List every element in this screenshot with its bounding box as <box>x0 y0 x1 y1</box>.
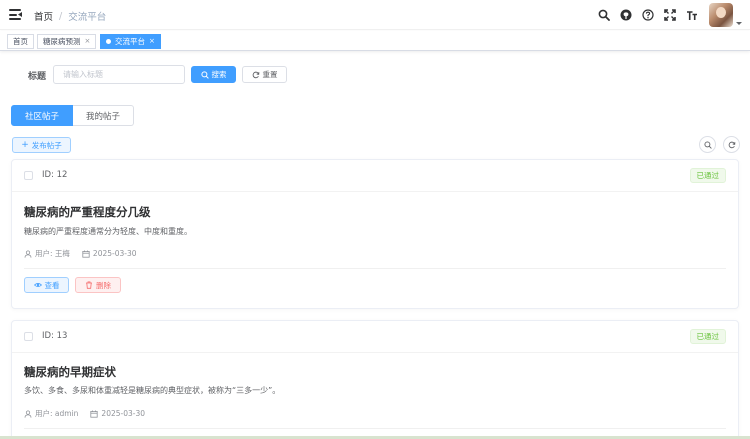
github-icon[interactable] <box>619 8 633 22</box>
close-icon[interactable]: × <box>149 35 155 48</box>
post-card: ID: 12 已通过 糖尿病的严重程度分几级 糖尿病的严重程度通常分为轻度、中度… <box>11 159 739 309</box>
trash-icon <box>86 281 92 289</box>
font-size-icon[interactable] <box>685 8 699 22</box>
user-icon <box>24 409 32 418</box>
close-icon[interactable]: × <box>85 35 91 48</box>
post-id: ID: 12 <box>42 170 68 180</box>
post-meta: 用户: admin 2025-03-30 <box>24 408 157 419</box>
post-meta: 用户: 王梅 2025-03-30 <box>24 248 149 259</box>
post-date: 2025-03-30 <box>82 249 137 258</box>
search-icon <box>703 140 712 149</box>
post-card-header: ID: 13 已通过 <box>12 321 738 353</box>
post-title[interactable]: 糖尿病的早期症状 <box>24 364 116 380</box>
post-tabs: 社区帖子 我的帖子 <box>11 105 135 126</box>
tag-label: 交流平台 <box>115 37 145 46</box>
view-button-label: 查看 <box>44 280 60 290</box>
post-select-checkbox[interactable] <box>24 171 33 180</box>
post-author-text: 用户: admin <box>35 409 79 418</box>
fullscreen-icon[interactable] <box>663 8 677 22</box>
tag-diabetes-prediction[interactable]: 糖尿病预测 × <box>37 34 97 49</box>
user-icon <box>24 249 32 258</box>
avatar[interactable] <box>709 3 733 27</box>
refresh-icon <box>728 141 735 148</box>
breadcrumb-home[interactable]: 首页 <box>34 9 53 23</box>
refresh-button[interactable] <box>723 136 740 153</box>
post-title[interactable]: 糖尿病的严重程度分几级 <box>24 204 151 220</box>
calendar-icon <box>90 410 99 418</box>
title-label: 标题 <box>28 72 47 82</box>
navbar: 首页 / 交流平台 <box>0 0 750 30</box>
reset-button[interactable]: 重置 <box>242 66 287 83</box>
post-author: 用户: admin <box>24 408 78 419</box>
post-id: ID: 13 <box>42 331 68 341</box>
plus-icon: + <box>21 140 29 150</box>
search-button-label: 搜索 <box>211 70 227 79</box>
post-author-text: 用户: 王梅 <box>35 249 70 258</box>
right-menu <box>589 0 750 30</box>
caret-down-icon <box>736 22 742 25</box>
toggle-search-button[interactable] <box>699 136 716 153</box>
help-icon[interactable] <box>641 8 655 22</box>
post-select-checkbox[interactable] <box>24 332 33 341</box>
hamburger-menu-icon[interactable] <box>9 9 22 20</box>
user-avatar-dropdown[interactable] <box>709 3 742 27</box>
tag-label: 糖尿病预测 <box>43 37 81 46</box>
tags-view: 首页 糖尿病预测 × 交流平台 × <box>0 31 750 51</box>
breadcrumb-separator: / <box>59 10 63 22</box>
tag-community[interactable]: 交流平台 × <box>100 34 161 49</box>
calendar-icon <box>82 250 90 258</box>
delete-button-label: 删除 <box>96 280 111 290</box>
refresh-icon <box>252 71 259 78</box>
status-badge: 已通过 <box>689 329 726 344</box>
card-divider <box>24 428 726 429</box>
breadcrumb-current: 交流平台 <box>68 12 107 23</box>
reset-button-label: 重置 <box>262 70 278 79</box>
search-icon[interactable] <box>597 8 611 22</box>
tag-label: 首页 <box>13 37 28 46</box>
publish-post-button[interactable]: + 发布帖子 <box>12 137 71 153</box>
post-date-text: 2025-03-30 <box>101 409 146 418</box>
post-content: 糖尿病的严重程度通常分为轻度、中度和重度。 <box>24 227 192 236</box>
view-button[interactable]: 查看 <box>24 277 69 293</box>
post-date: 2025-03-30 <box>90 409 145 418</box>
post-card-header: ID: 12 已通过 <box>12 160 738 192</box>
search-button[interactable]: 搜索 <box>191 66 236 83</box>
status-badge: 已通过 <box>689 168 726 183</box>
post-content: 多饮、多食、多尿和体重减轻是糖尿病的典型症状，被称为“三多一少”。 <box>24 386 281 395</box>
post-card: ID: 13 已通过 糖尿病的早期症状 多饮、多食、多尿和体重减轻是糖尿病的典型… <box>11 320 739 439</box>
title-search-input[interactable] <box>53 65 185 84</box>
tab-my-posts[interactable]: 我的帖子 <box>73 105 135 126</box>
search-icon <box>200 70 209 79</box>
post-date-text: 2025-03-30 <box>92 249 137 258</box>
eye-icon <box>33 283 42 287</box>
active-dot-icon <box>106 39 111 44</box>
post-author: 用户: 王梅 <box>24 248 70 259</box>
tag-home[interactable]: 首页 <box>7 34 34 49</box>
card-divider <box>24 268 726 269</box>
breadcrumb: 首页 / 交流平台 <box>34 9 107 24</box>
delete-button[interactable]: 删除 <box>75 277 121 293</box>
tab-community-posts[interactable]: 社区帖子 <box>11 105 74 126</box>
publish-post-label: 发布帖子 <box>31 140 62 150</box>
